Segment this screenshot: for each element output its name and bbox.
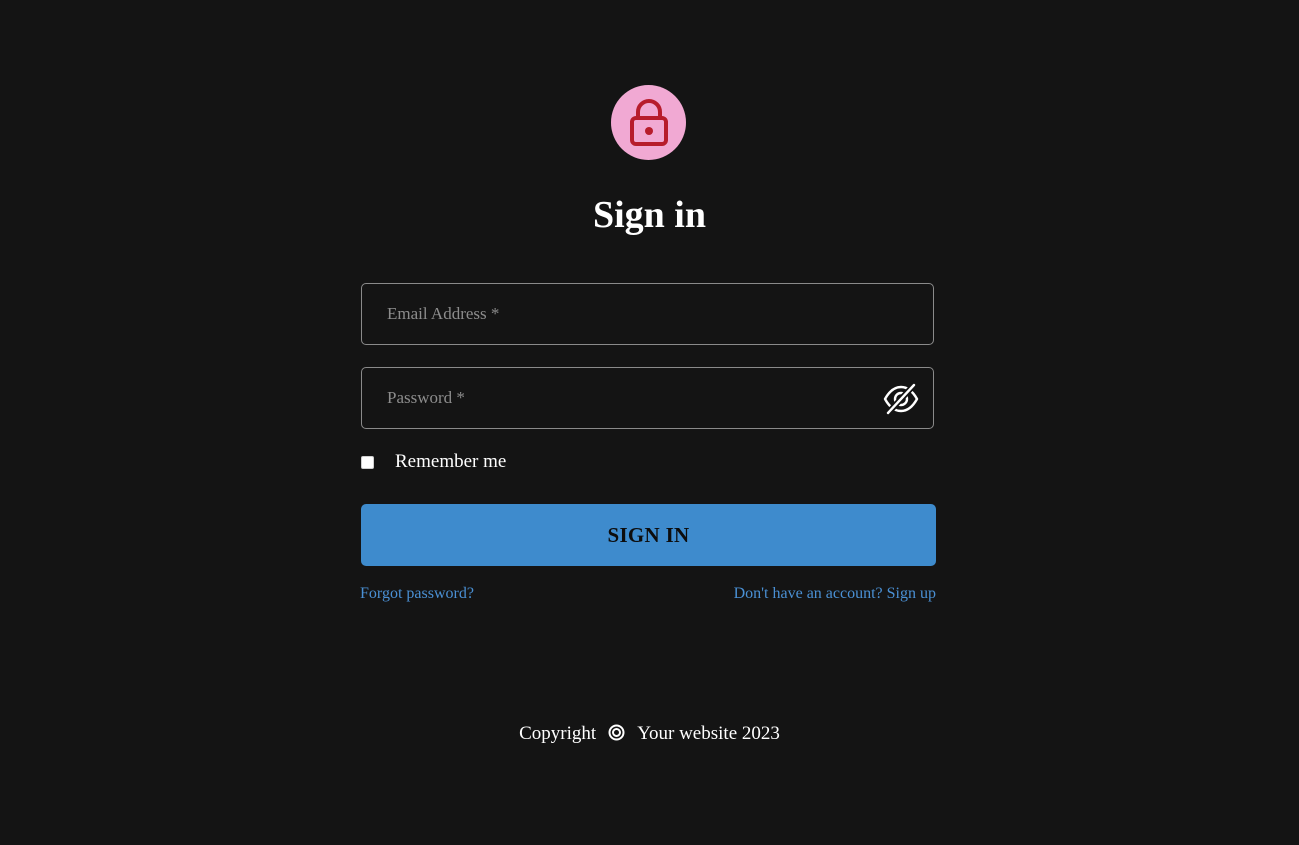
site-text: Your website 2023 [637, 723, 780, 744]
footer: Copyright Your website 2023 [0, 722, 1299, 746]
password-input[interactable] [362, 368, 933, 428]
email-field[interactable] [361, 283, 934, 345]
remember-checkbox[interactable] [361, 455, 374, 469]
sign-in-page: Sign in Remember me SIGN IN Forgot passw… [0, 0, 1299, 845]
sign-up-link[interactable]: Don't have an account? Sign up [734, 584, 936, 604]
avatar [611, 85, 686, 160]
page-title: Sign in [592, 194, 707, 236]
copyright-icon [608, 724, 625, 741]
remember-me[interactable]: Remember me [361, 450, 506, 474]
remember-label: Remember me [395, 451, 507, 472]
copyright-label: Copyright [519, 723, 597, 744]
email-input[interactable] [362, 284, 933, 344]
password-field[interactable] [361, 367, 934, 429]
eye-off-icon[interactable] [882, 382, 920, 416]
forgot-password-link[interactable]: Forgot password? [360, 584, 474, 604]
lock-icon [627, 98, 671, 148]
sign-in-button[interactable]: SIGN IN [361, 504, 936, 566]
